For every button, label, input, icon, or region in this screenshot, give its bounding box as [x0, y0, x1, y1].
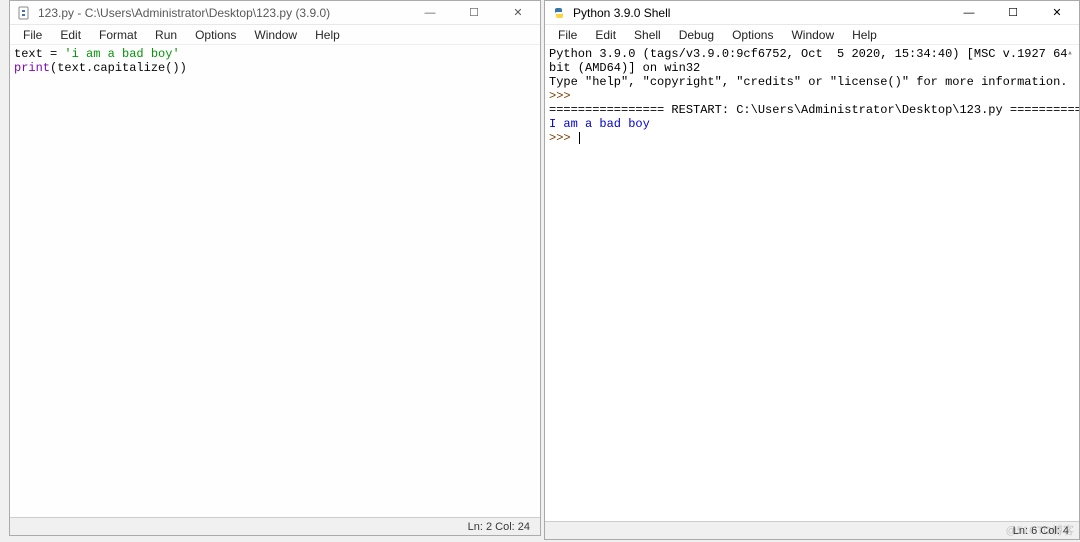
editor-titlebar[interactable]: 123.py - C:\Users\Administrator\Desktop\…	[10, 1, 540, 25]
editor-cursor-pos: Ln: 2 Col: 24	[468, 521, 530, 533]
close-button[interactable]: ✕	[496, 1, 540, 25]
shell-title: Python 3.9.0 Shell	[573, 6, 947, 20]
minimize-button[interactable]: —	[408, 1, 452, 25]
python-file-icon	[16, 5, 32, 21]
code-builtin: print	[14, 61, 50, 75]
shell-restart-line: ================ RESTART: C:\Users\Admin…	[549, 103, 1079, 117]
scroll-up-button[interactable]: ▴	[1062, 45, 1078, 61]
code-text: (text.capitalize())	[50, 61, 187, 75]
shell-statusbar: Ln: 6 Col: 4	[545, 521, 1079, 539]
menu-options[interactable]: Options	[186, 27, 245, 43]
menu-window[interactable]: Window	[782, 27, 843, 43]
editor-title: 123.py - C:\Users\Administrator\Desktop\…	[38, 6, 408, 20]
menu-help[interactable]: Help	[843, 27, 886, 43]
menu-options[interactable]: Options	[723, 27, 782, 43]
menu-format[interactable]: Format	[90, 27, 146, 43]
maximize-button[interactable]: ☐	[991, 1, 1035, 25]
shell-menubar: File Edit Shell Debug Options Window Hel…	[545, 25, 1079, 45]
editor-statusbar: Ln: 2 Col: 24	[10, 517, 540, 535]
shell-prompt: >>>	[549, 89, 578, 103]
close-button[interactable]: ✕	[1035, 1, 1079, 25]
menu-edit[interactable]: Edit	[51, 27, 90, 43]
shell-titlebar[interactable]: Python 3.9.0 Shell — ☐ ✕	[545, 1, 1079, 25]
menu-file[interactable]: File	[14, 27, 51, 43]
menu-shell[interactable]: Shell	[625, 27, 670, 43]
shell-window-controls: — ☐ ✕	[947, 1, 1079, 25]
menu-debug[interactable]: Debug	[670, 27, 723, 43]
shell-window: Python 3.9.0 Shell — ☐ ✕ File Edit Shell…	[544, 0, 1080, 540]
shell-banner: Python 3.9.0 (tags/v3.9.0:9cf6752, Oct 5…	[549, 47, 1075, 75]
shell-content[interactable]: Python 3.9.0 (tags/v3.9.0:9cf6752, Oct 5…	[545, 45, 1079, 521]
maximize-button[interactable]: ☐	[452, 1, 496, 25]
code-text: text =	[14, 47, 64, 61]
shell-output: I am a bad boy	[549, 117, 650, 131]
editor-menubar: File Edit Format Run Options Window Help	[10, 25, 540, 45]
text-cursor	[579, 132, 580, 144]
editor-window-controls: — ☐ ✕	[408, 1, 540, 25]
shell-banner2: Type "help", "copyright", "credits" or "…	[549, 75, 1067, 89]
menu-run[interactable]: Run	[146, 27, 186, 43]
watermark: @51CTO博客	[1006, 522, 1074, 538]
menu-window[interactable]: Window	[245, 27, 306, 43]
menu-edit[interactable]: Edit	[586, 27, 625, 43]
menu-file[interactable]: File	[549, 27, 586, 43]
code-string: 'i am a bad boy'	[64, 47, 179, 61]
python-icon	[551, 5, 567, 21]
editor-window: 123.py - C:\Users\Administrator\Desktop\…	[9, 0, 541, 536]
minimize-button[interactable]: —	[947, 1, 991, 25]
menu-help[interactable]: Help	[306, 27, 349, 43]
shell-prompt: >>>	[549, 131, 578, 145]
editor-content[interactable]: text = 'i am a bad boy' print(text.capit…	[10, 45, 540, 517]
